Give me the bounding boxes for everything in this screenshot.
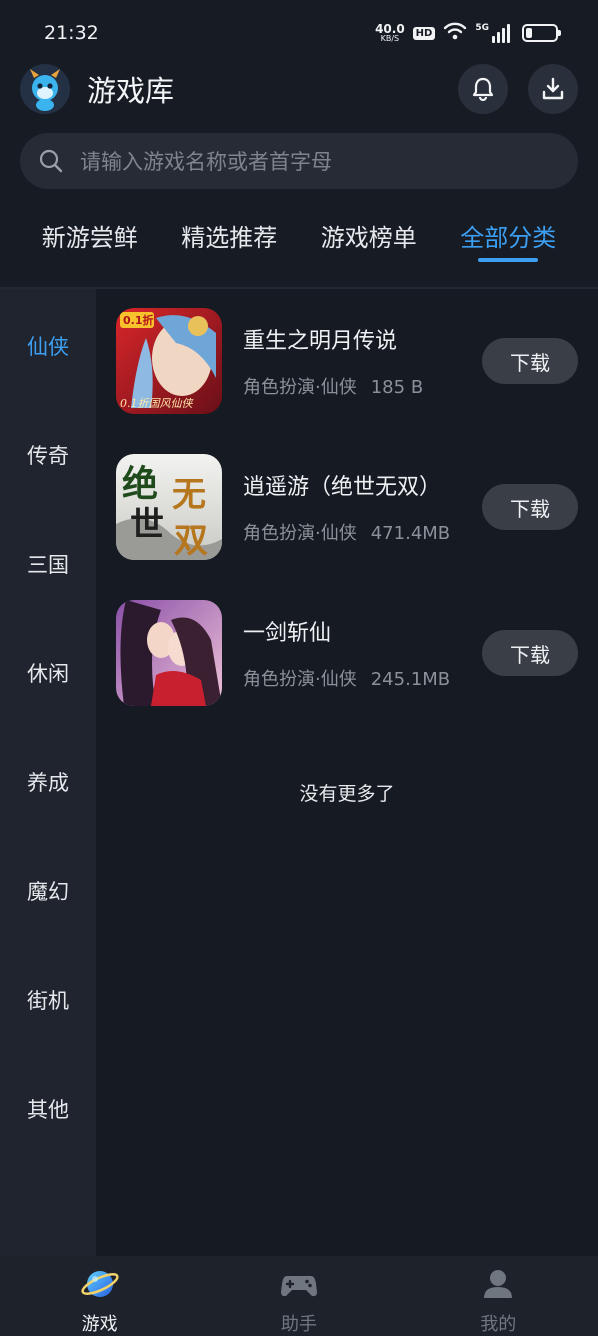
page-title: 游戏库 (87, 74, 175, 108)
gamepad-icon (279, 1264, 319, 1304)
list-item[interactable]: 一剑斩仙 角色扮演·仙侠 245.1MB 下载 (116, 600, 578, 706)
user-icon (478, 1264, 518, 1304)
game-list: 0.1折 0.1折国风仙侠 重生之明月传说 角色扮演·仙侠 185 B 下载 绝… (96, 289, 598, 1256)
network-speed-unit: KB/S (380, 34, 400, 43)
nav-profile[interactable]: 我的 (438, 1256, 558, 1336)
list-item[interactable]: 绝 无 世 双 逍遥游（绝世无双） 角色扮演·仙侠 471.4MB 下载 (116, 454, 578, 560)
signal-label: 5G (475, 23, 489, 33)
battery-level (526, 28, 532, 38)
status-time: 21:32 (44, 22, 99, 44)
download-button[interactable]: 下载 (482, 630, 578, 676)
game-size: 185 B (370, 377, 424, 398)
download-button[interactable]: 下载 (482, 484, 578, 530)
game-thumbnail[interactable]: 0.1折 0.1折国风仙侠 (116, 308, 222, 414)
tab-featured[interactable]: 精选推荐 (181, 208, 277, 278)
status-icons: 40.0 KB/S HD 5G (375, 22, 561, 44)
sidebar-item-xianxia[interactable]: 仙侠 (0, 331, 96, 361)
search-placeholder: 请输入游戏名称或者首字母 (80, 150, 332, 174)
cell-signal-icon: 5G (475, 23, 510, 43)
sidebar-item-fantasy[interactable]: 魔幻 (0, 876, 96, 906)
category-sidebar: 仙侠 传奇 三国 休闲 养成 魔幻 街机 其他 (0, 289, 96, 1256)
game-category: 角色扮演·仙侠 (243, 669, 357, 690)
thumb-text: 绝 (122, 463, 158, 505)
mascot-icon (30, 69, 60, 111)
thumb-caption: 0.1折国风仙侠 (120, 397, 194, 410)
thumb-text: 双 (174, 521, 208, 560)
avatar[interactable] (20, 64, 70, 114)
sidebar-item-three-kingdoms[interactable]: 三国 (0, 549, 96, 579)
network-speed: 40.0 KB/S (375, 23, 405, 43)
tab-rankings[interactable]: 游戏榜单 (321, 208, 417, 278)
download-button[interactable]: 下载 (482, 338, 578, 384)
search-icon (39, 149, 63, 173)
tab-all-categories[interactable]: 全部分类 (460, 208, 556, 278)
thumb-badge: 0.1折 (123, 313, 154, 327)
thumb-text: 无 (172, 475, 206, 515)
sidebar-item-casual[interactable]: 休闲 (0, 658, 96, 688)
nav-label: 我的 (480, 1314, 517, 1335)
nav-assistant[interactable]: 助手 (239, 1256, 359, 1336)
sidebar-item-arcade[interactable]: 街机 (0, 985, 96, 1015)
nav-games[interactable]: 游戏 (40, 1256, 160, 1336)
game-thumbnail[interactable] (116, 600, 222, 706)
app-header: 游戏库 (20, 62, 578, 116)
game-category: 角色扮演·仙侠 (243, 523, 357, 544)
sidebar-item-nurture[interactable]: 养成 (0, 767, 96, 797)
bell-icon (472, 77, 494, 102)
game-category: 角色扮演·仙侠 (243, 377, 357, 398)
nav-label: 助手 (280, 1314, 317, 1335)
search-input[interactable]: 请输入游戏名称或者首字母 (20, 133, 578, 189)
status-bar: 21:32 40.0 KB/S HD 5G (0, 0, 598, 66)
end-of-list-text: 没有更多了 (299, 783, 395, 805)
tab-new-games[interactable]: 新游尝鲜 (42, 208, 138, 278)
nav-label: 游戏 (81, 1314, 118, 1335)
hd-badge: HD (412, 26, 436, 40)
notification-button[interactable] (458, 64, 508, 114)
planet-icon (80, 1264, 120, 1304)
sidebar-item-other[interactable]: 其他 (0, 1094, 96, 1124)
category-tabs: 新游尝鲜 精选推荐 游戏榜单 全部分类 (0, 208, 598, 278)
sidebar-item-legend[interactable]: 传奇 (0, 440, 96, 470)
wifi-icon (443, 22, 467, 44)
thumb-text: 世 (130, 505, 164, 545)
download-icon (542, 77, 564, 100)
download-manager-button[interactable] (528, 64, 578, 114)
bottom-nav: 游戏 助手 我的 (0, 1256, 598, 1336)
game-size: 471.4MB (370, 523, 451, 544)
game-size: 245.1MB (370, 669, 451, 690)
game-thumbnail[interactable]: 绝 无 世 双 (116, 454, 222, 560)
list-item[interactable]: 0.1折 0.1折国风仙侠 重生之明月传说 角色扮演·仙侠 185 B 下载 (116, 308, 578, 414)
battery-icon (522, 24, 561, 42)
